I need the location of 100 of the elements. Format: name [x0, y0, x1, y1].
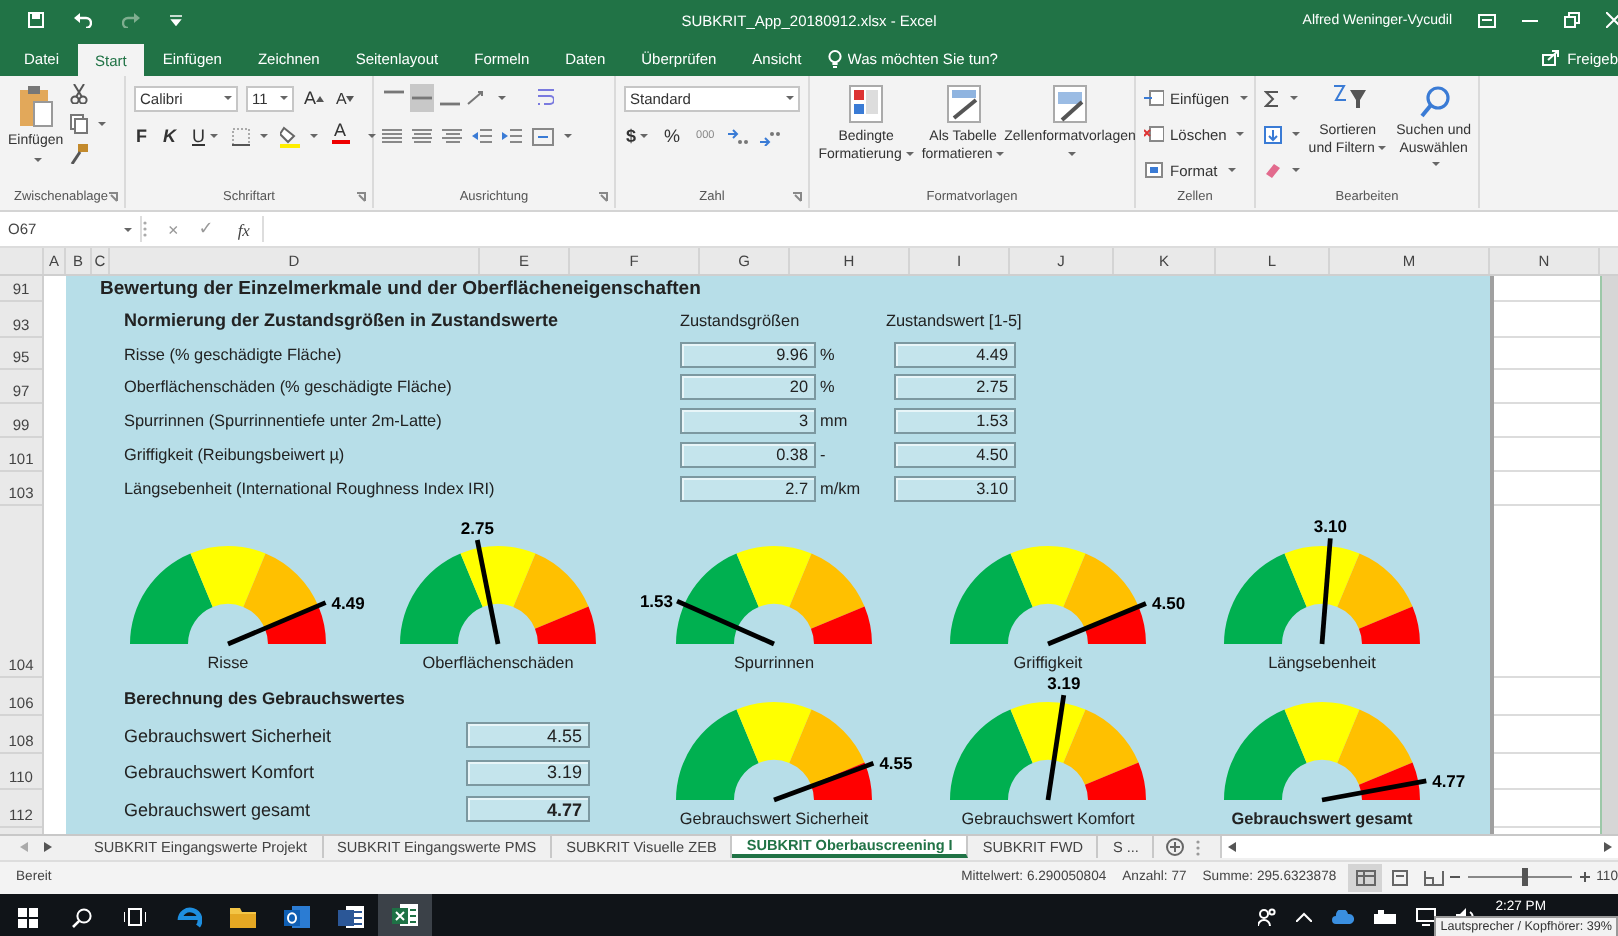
restore-icon[interactable] — [1564, 12, 1580, 28]
usage-label: Gebrauchswert Sicherheit — [124, 725, 334, 745]
customize-icon[interactable] — [170, 14, 182, 26]
caret-icon — [209, 134, 217, 138]
caret-icon — [224, 96, 232, 100]
borders-icon[interactable] — [231, 127, 249, 145]
quantity-cell: 3 — [680, 408, 816, 434]
share-icon[interactable] — [1541, 50, 1560, 66]
ribbon-options-icon[interactable] — [1478, 13, 1496, 27]
currency-button[interactable]: $ — [624, 122, 651, 150]
format-painter-icon[interactable] — [69, 144, 88, 164]
sum-icon[interactable] — [1264, 89, 1280, 107]
undo-icon[interactable] — [74, 12, 92, 28]
caret-icon — [1227, 168, 1236, 172]
bold-button[interactable]: F — [134, 122, 149, 150]
caret-icon — [309, 134, 317, 138]
caret-icon — [1239, 96, 1248, 100]
decrease-indent-icon[interactable] — [472, 128, 492, 144]
section-heading: Normierung der Zustandsgrößen in Zustandswerte — [124, 310, 561, 330]
gauge-label: Risse — [207, 652, 249, 674]
gauge-label: Längsebenheit — [1268, 652, 1376, 674]
caret-icon — [1378, 145, 1387, 150]
scissors-icon[interactable] — [69, 84, 88, 104]
scroll-right-icon[interactable] — [1604, 842, 1612, 852]
italic-button[interactable]: K — [161, 122, 178, 150]
page-layout-icon[interactable] — [1389, 869, 1410, 885]
merge-cells-icon[interactable] — [532, 127, 554, 145]
decrease-decimal-icon[interactable] — [760, 127, 781, 145]
underline-button[interactable]: U — [190, 122, 219, 150]
horizontal-scrollbar[interactable] — [1220, 836, 1618, 858]
criterion-label: Griffigkeit (Reibungsbeiwert µ) — [124, 446, 347, 464]
find-icon — [1415, 84, 1452, 118]
zoom-out-icon[interactable] — [1450, 872, 1461, 882]
save-icon[interactable] — [28, 12, 44, 28]
quantity-cell: 0.38 — [680, 442, 816, 468]
wrap-text-icon[interactable] — [538, 88, 554, 108]
cell-styles-icon — [1052, 84, 1088, 124]
close-icon[interactable] — [1606, 12, 1618, 28]
align-center-icon[interactable] — [412, 128, 432, 144]
launcher-icon[interactable] — [598, 191, 608, 201]
launcher-icon[interactable] — [356, 191, 366, 201]
align-left-icon[interactable] — [382, 128, 402, 144]
eraser-icon[interactable] — [1264, 162, 1282, 178]
align-right-icon[interactable] — [442, 128, 462, 144]
launcher-icon[interactable] — [792, 191, 802, 201]
value-cell: 3.10 — [894, 476, 1016, 502]
grip-icon — [142, 220, 148, 238]
insert-function-button[interactable]: fx — [237, 219, 250, 239]
column-heading: Zustandsgrößen — [680, 311, 802, 329]
table-format-icon — [945, 84, 982, 124]
quantity-cell: 2.7 — [680, 476, 816, 502]
font-color-button[interactable]: A — [329, 122, 351, 150]
scroll-right-icon[interactable] — [44, 842, 52, 852]
cloud-icon[interactable] — [1331, 910, 1354, 924]
vertical-scrollbar[interactable] — [1600, 276, 1618, 834]
document-app-icon[interactable] — [338, 904, 364, 930]
scroll-left-icon[interactable] — [1228, 842, 1237, 852]
page-break-icon[interactable] — [1423, 869, 1444, 885]
lightbulb-icon — [827, 49, 842, 67]
launcher-icon[interactable] — [108, 191, 118, 201]
device-icon[interactable] — [1373, 909, 1396, 925]
fill-color-icon[interactable] — [279, 125, 299, 147]
percent-button[interactable]: % — [662, 122, 683, 150]
spreadsheet-app-icon[interactable] — [392, 902, 418, 928]
usage-value-cell: 4.77 — [466, 796, 590, 822]
gauge-needle — [773, 761, 875, 803]
caret-icon — [564, 134, 572, 138]
zoom-in-icon[interactable] — [1580, 872, 1591, 882]
windows-icon[interactable] — [17, 907, 37, 927]
unit-label: - — [818, 446, 828, 464]
folder-icon[interactable] — [230, 904, 256, 930]
caret-icon — [1292, 168, 1300, 172]
gauge-reading: 1.53 — [639, 591, 673, 612]
column-heading: Zustandswert [1-5] — [886, 311, 1022, 329]
caret-down-icon — [346, 95, 355, 101]
gauge-label: Griffigkeit — [1013, 652, 1083, 674]
normal-view-icon[interactable] — [1355, 869, 1376, 885]
section-heading: Berechnung des Gebrauchswertes — [124, 687, 405, 707]
mail-app-icon[interactable] — [284, 904, 310, 930]
chevron-up-icon[interactable] — [1295, 912, 1312, 922]
people-icon[interactable] — [1257, 908, 1276, 926]
fill-down-icon[interactable] — [1264, 125, 1282, 143]
grow-font-button[interactable]: A — [302, 84, 327, 112]
caret-icon — [996, 151, 1005, 156]
search-icon[interactable] — [71, 907, 91, 927]
increase-decimal-icon[interactable] — [728, 127, 749, 145]
increase-indent-icon[interactable] — [502, 128, 522, 144]
value-cell: 4.50 — [894, 442, 1016, 468]
browser-icon[interactable] — [176, 904, 202, 930]
usage-label: Gebrauchswert Komfort — [124, 762, 317, 782]
usage-value-cell: 4.55 — [466, 722, 590, 748]
task-view-icon[interactable] — [124, 908, 146, 926]
shrink-font-button[interactable]: A — [334, 84, 357, 112]
criterion-label: Oberflächenschäden (% geschädigte Fläche) — [124, 378, 454, 396]
caret-icon — [124, 227, 132, 231]
delete-cells-icon — [1144, 126, 1164, 142]
copy-icon[interactable] — [69, 114, 88, 134]
add-sheet-icon[interactable] — [1166, 838, 1185, 856]
network-icon[interactable] — [1415, 908, 1436, 926]
gauge-label: Spurrinnen — [733, 652, 815, 674]
